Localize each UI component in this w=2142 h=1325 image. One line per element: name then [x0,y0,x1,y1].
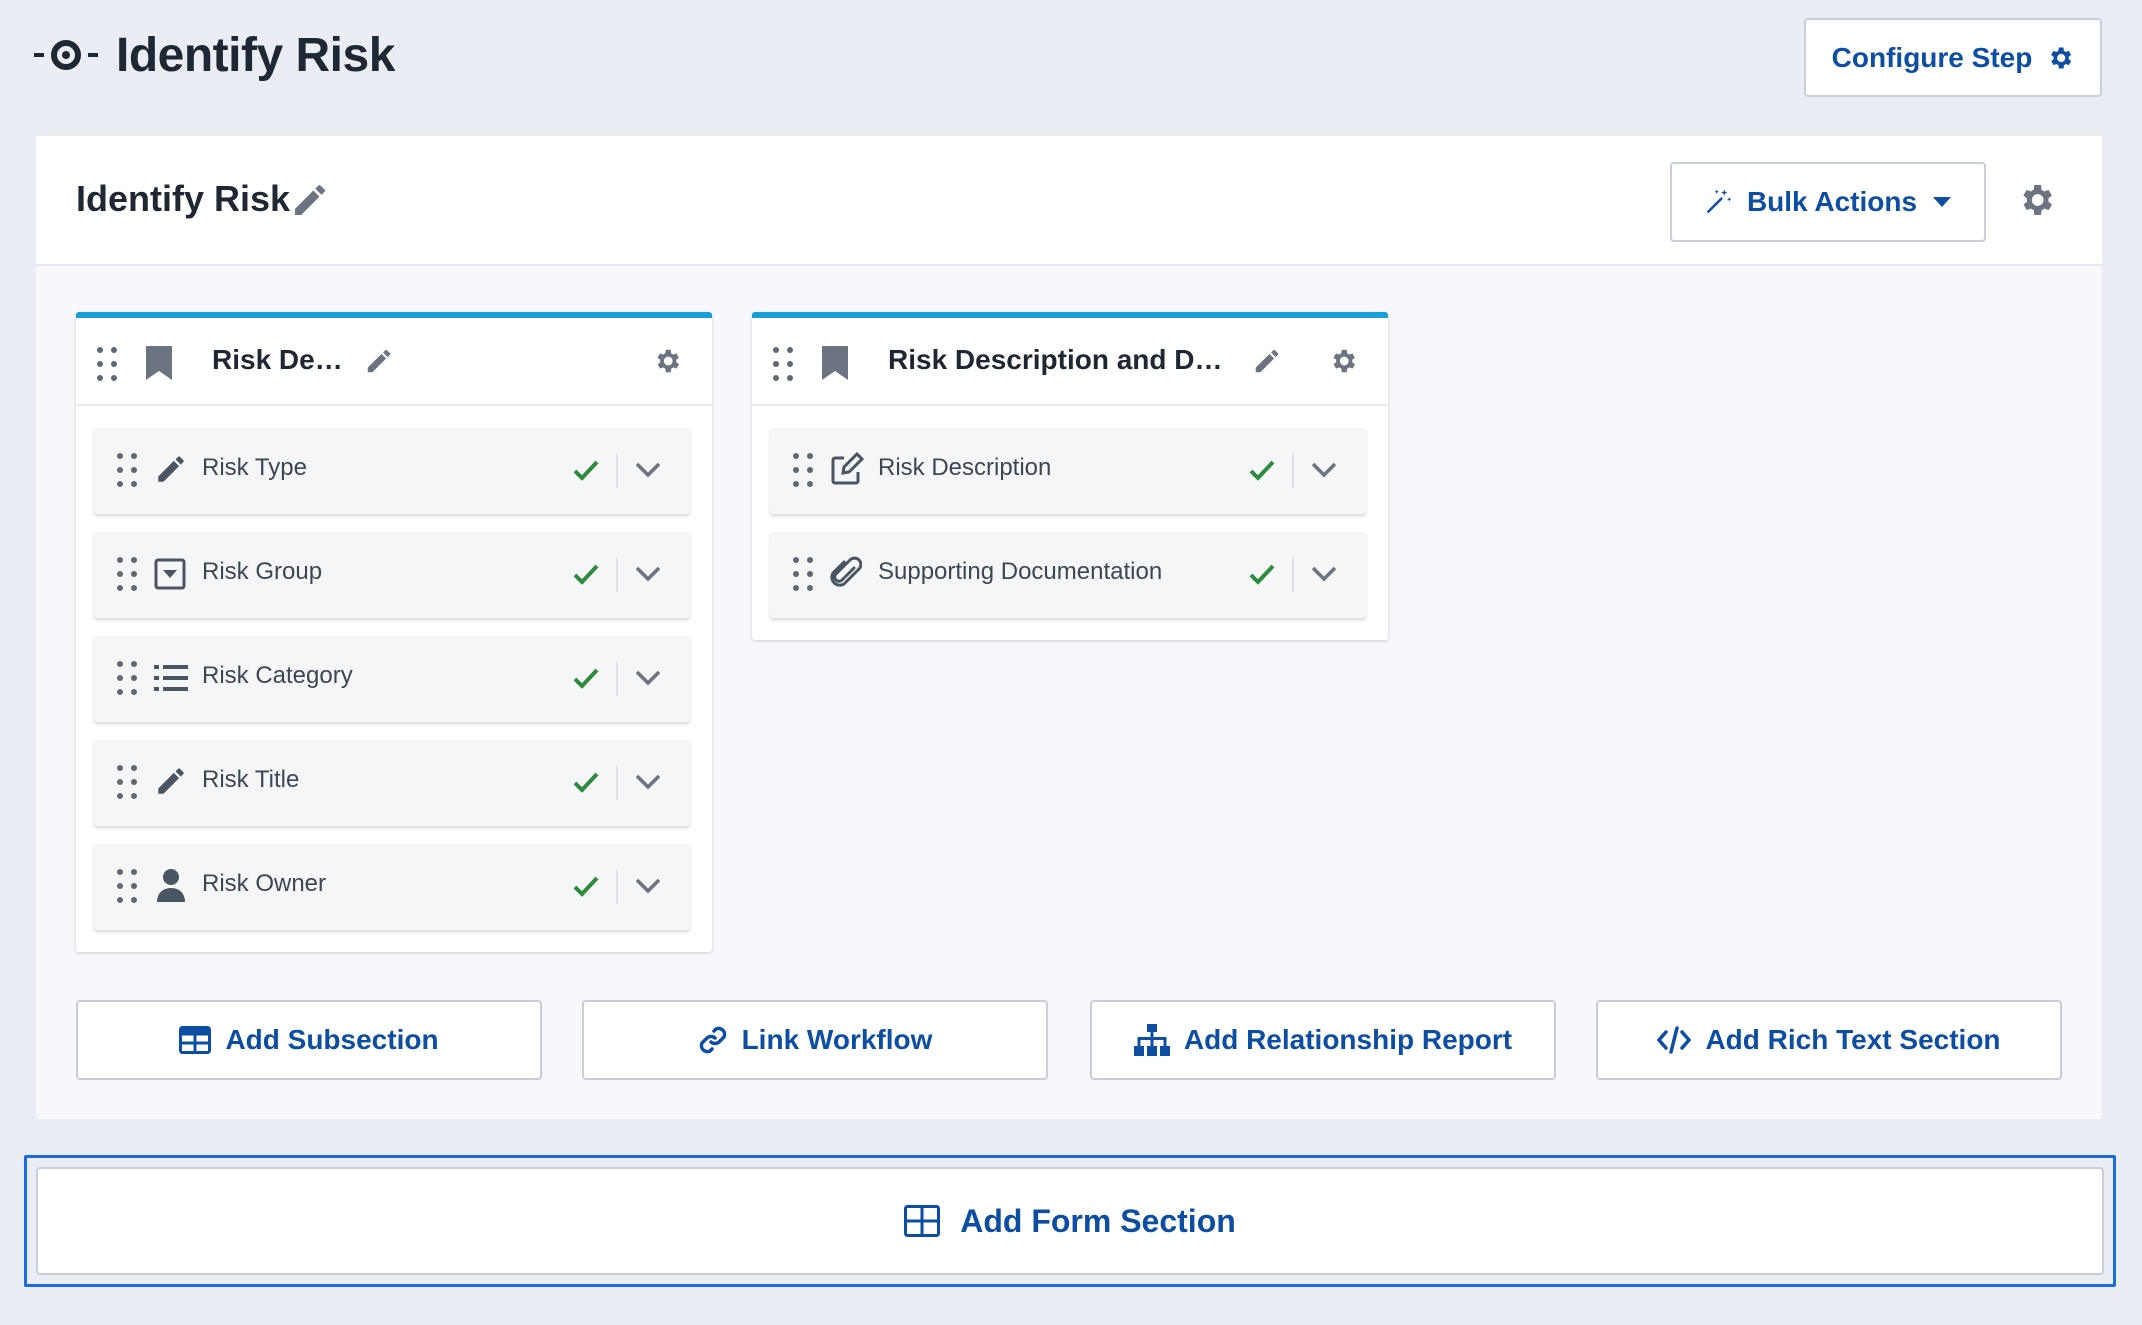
field-label: Risk Title [202,766,300,793]
add-subsection-label: Add Subsection [225,1024,439,1055]
drag-handle-icon[interactable] [116,452,138,488]
field-row-supporting-documentation[interactable]: Supporting Documentation [770,532,1366,618]
chevron-down-icon[interactable] [1310,460,1338,480]
page-title: Identify Risk [116,29,395,82]
chevron-down-icon[interactable] [634,564,662,584]
panel-settings-gear-icon[interactable] [2016,180,2056,220]
drag-handle-icon[interactable] [116,660,138,696]
link-icon [698,1025,728,1055]
section-title: Risk Details [212,344,352,375]
link-workflow-button[interactable]: Link Workflow [582,1000,1048,1080]
add-relationship-report-button[interactable]: Add Relationship Report [1090,1000,1556,1080]
add-form-section-button[interactable]: Add Form Section [36,1167,2104,1275]
field-label: Risk Group [202,558,323,585]
chevron-down-icon[interactable] [1310,564,1338,584]
section-title: Risk Description and Docu… [888,344,1228,375]
drag-handle-icon[interactable] [96,346,118,382]
configure-step-button[interactable]: Configure Step [1804,18,2102,97]
section-header: Risk Details [76,318,712,406]
chevron-down-icon[interactable] [634,772,662,792]
section-card-risk-details: Risk Details Risk Type [76,312,712,952]
divider [1292,454,1294,488]
edit-title-pencil-icon[interactable] [290,180,330,220]
paperclip-icon [830,556,862,592]
section-card-risk-description: Risk Description and Docu… Risk Descript… [752,312,1388,640]
check-icon [572,666,600,690]
divider [616,662,618,696]
step-panel: Identify Risk Bulk Actions Risk Details [36,136,2102,1119]
drag-handle-icon[interactable] [792,556,814,592]
section-header: Risk Description and Docu… [752,318,1388,406]
bookmark-icon [146,346,172,380]
add-form-section-focus-ring: Add Form Section [24,1155,2116,1287]
field-row-risk-group[interactable]: Risk Group [94,532,690,618]
drag-handle-icon[interactable] [116,868,138,904]
step-icon [34,40,98,70]
field-label: Risk Description [878,454,1052,481]
chevron-down-icon[interactable] [634,460,662,480]
add-subsection-button[interactable]: Add Subsection [76,1000,542,1080]
check-icon [572,458,600,482]
configure-step-label: Configure Step [1831,41,2033,73]
edit-section-pencil-icon[interactable] [364,346,394,376]
field-row-risk-category[interactable]: Risk Category [94,636,690,722]
link-workflow-label: Link Workflow [741,1024,933,1055]
field-row-risk-owner[interactable]: Risk Owner [94,844,690,930]
drag-handle-icon[interactable] [116,764,138,800]
add-rich-text-section-button[interactable]: Add Rich Text Section [1596,1000,2062,1080]
pencil-icon [154,452,188,486]
drag-handle-icon[interactable] [116,556,138,592]
table-icon [904,1205,941,1237]
field-label: Risk Owner [202,870,327,897]
list-icon [154,664,188,692]
check-icon [1248,458,1276,482]
field-label: Risk Category [202,662,353,689]
divider [616,558,618,592]
bookmark-icon [822,346,848,380]
field-label: Risk Type [202,454,307,481]
chevron-down-icon[interactable] [634,668,662,688]
divider [1292,558,1294,592]
check-icon [572,770,600,794]
divider [616,870,618,904]
add-relationship-report-label: Add Relationship Report [1183,1024,1513,1055]
field-row-risk-title[interactable]: Risk Title [94,740,690,826]
user-icon [156,868,186,902]
check-icon [1248,562,1276,586]
dropdown-icon [154,558,186,590]
check-icon [572,562,600,586]
edit-section-pencil-icon[interactable] [1252,346,1282,376]
panel-title: Identify Risk [76,178,291,219]
pencil-icon [154,764,188,798]
section-gear-icon[interactable] [652,346,682,376]
drag-handle-icon[interactable] [772,346,794,382]
divider [616,766,618,800]
gear-icon [2046,44,2074,72]
code-icon [1657,1026,1692,1054]
chevron-down-icon[interactable] [634,876,662,896]
add-form-section-label: Add Form Section [960,1202,1236,1239]
check-icon [572,874,600,898]
section-gear-icon[interactable] [1328,346,1358,376]
divider [616,454,618,488]
magic-wand-icon [1703,187,1733,217]
bulk-actions-label: Bulk Actions [1746,186,1918,217]
grid-icon [179,1026,212,1054]
caret-down-icon [1931,195,1953,209]
field-label: Supporting Documentation [878,558,1163,585]
edit-box-icon [830,452,864,486]
bulk-actions-button[interactable]: Bulk Actions [1670,162,1986,242]
add-rich-text-section-label: Add Rich Text Section [1705,1024,2001,1055]
sitemap-icon [1133,1024,1170,1056]
field-row-risk-description[interactable]: Risk Description [770,428,1366,514]
drag-handle-icon[interactable] [792,452,814,488]
field-row-risk-type[interactable]: Risk Type [94,428,690,514]
